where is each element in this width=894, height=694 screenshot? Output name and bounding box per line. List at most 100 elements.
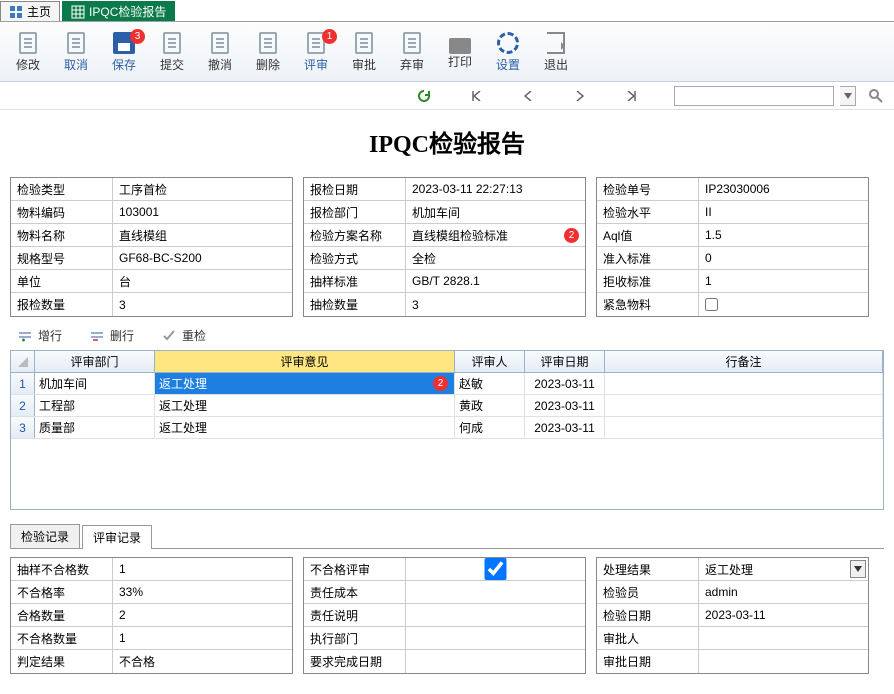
settings-button[interactable]: 设置	[484, 24, 532, 80]
cell-remark[interactable]	[605, 417, 883, 438]
field-row: 要求完成日期	[304, 650, 585, 673]
cell-dept[interactable]: 工程部	[35, 395, 155, 416]
checkbox[interactable]	[705, 298, 718, 311]
field-value: 全检	[406, 247, 585, 269]
row-number[interactable]: 2	[11, 395, 35, 416]
add-row-button[interactable]: 增行	[18, 327, 62, 344]
field-value	[699, 650, 868, 673]
cell-date[interactable]: 2023-03-11	[525, 373, 605, 394]
cell-opinion[interactable]: 返工处理2	[155, 373, 455, 394]
field-label: 要求完成日期	[304, 650, 406, 673]
col-dept[interactable]: 评审部门	[35, 351, 155, 372]
review-badge: 1	[322, 29, 337, 44]
tab-report[interactable]: IPQC检验报告	[62, 1, 175, 21]
disposition-group: 处理结果返工处理检验员admin检验日期2023-03-11审批人审批日期	[596, 557, 869, 674]
cell-dept[interactable]: 质量部	[35, 417, 155, 438]
field-label: 报检部门	[304, 201, 406, 223]
field-row: 报检日期2023-03-11 22:27:13	[304, 178, 585, 201]
cell-opinion[interactable]: 返工处理	[155, 395, 455, 416]
field-label: 检验水平	[597, 201, 699, 223]
dropdown-button[interactable]	[850, 560, 866, 578]
search-button[interactable]	[868, 88, 884, 104]
nav-first-button[interactable]	[466, 86, 486, 106]
revoke-icon	[211, 32, 229, 54]
col-date[interactable]: 评审日期	[525, 351, 605, 372]
table-row[interactable]: 1机加车间返工处理2赵敏2023-03-11	[11, 373, 883, 395]
field-row: 物料名称直线模组	[11, 224, 292, 247]
field-value	[699, 293, 868, 316]
search-dropdown-button[interactable]	[840, 86, 856, 106]
cell-reviewer[interactable]: 黄政	[455, 395, 525, 416]
cancel-button[interactable]: 取消	[52, 24, 100, 80]
delete-button[interactable]: 删除	[244, 24, 292, 80]
abandon-button[interactable]: 弃审	[388, 24, 436, 80]
field-row: 审批人	[597, 627, 868, 650]
grid-corner[interactable]	[11, 351, 35, 372]
col-opinion[interactable]: 评审意见	[155, 351, 455, 372]
cell-reviewer[interactable]: 赵敏	[455, 373, 525, 394]
field-row: 处理结果返工处理	[597, 558, 868, 581]
modify-button[interactable]: 修改	[4, 24, 52, 80]
field-label: 检验单号	[597, 178, 699, 200]
field-value: 1	[113, 558, 292, 580]
tab-report-label: IPQC检验报告	[89, 3, 166, 20]
field-row: 责任成本	[304, 581, 585, 604]
approve-button[interactable]: 审批	[340, 24, 388, 80]
inspection-standard-group: 检验单号IP23030006检验水平IIAql值1.5准入标准0拒收标准1紧急物…	[596, 177, 869, 317]
table-row[interactable]: 2工程部返工处理黄政2023-03-11	[11, 395, 883, 417]
badge: 2	[564, 228, 579, 243]
review-button[interactable]: 评审1	[292, 24, 340, 80]
cell-remark[interactable]	[605, 373, 883, 394]
field-label: 检验类型	[11, 178, 113, 200]
checkbox[interactable]	[412, 558, 579, 580]
field-label: Aql值	[597, 224, 699, 246]
field-value: 返工处理	[699, 558, 868, 580]
recheck-button[interactable]: 重检	[162, 327, 206, 344]
tab-inspection-record[interactable]: 检验记录	[10, 524, 80, 548]
field-label: 检验员	[597, 581, 699, 603]
revoke-button[interactable]: 撤消	[196, 24, 244, 80]
col-reviewer[interactable]: 评审人	[455, 351, 525, 372]
submit-icon	[163, 32, 181, 54]
cell-date[interactable]: 2023-03-11	[525, 417, 605, 438]
tab-review-record[interactable]: 评审记录	[82, 525, 152, 549]
refresh-button[interactable]	[414, 86, 434, 106]
field-row: 检验方式全检	[304, 247, 585, 270]
cell-reviewer[interactable]: 何成	[455, 417, 525, 438]
field-value: 不合格	[113, 650, 292, 673]
review-grid: 评审部门 评审意见 评审人 评审日期 行备注 1机加车间返工处理2赵敏2023-…	[10, 350, 884, 510]
nav-prev-button[interactable]	[518, 86, 538, 106]
row-number[interactable]: 1	[11, 373, 35, 394]
field-value: 3	[406, 293, 585, 316]
cell-opinion[interactable]: 返工处理	[155, 417, 455, 438]
del-row-button[interactable]: 删行	[90, 327, 134, 344]
print-button[interactable]: 打印	[436, 24, 484, 80]
field-value	[406, 650, 585, 673]
submit-button[interactable]: 提交	[148, 24, 196, 80]
field-label: 执行部门	[304, 627, 406, 649]
table-row[interactable]: 3质量部返工处理何成2023-03-11	[11, 417, 883, 439]
exit-button[interactable]: 退出	[532, 24, 580, 80]
field-value: 3	[113, 293, 292, 316]
field-value: admin	[699, 581, 868, 603]
cell-date[interactable]: 2023-03-11	[525, 395, 605, 416]
cell-dept[interactable]: 机加车间	[35, 373, 155, 394]
field-row: 物料编码103001	[11, 201, 292, 224]
field-label: 审批人	[597, 627, 699, 649]
col-remark[interactable]: 行备注	[605, 351, 883, 372]
tab-home[interactable]: 主页	[0, 1, 60, 21]
save-badge: 3	[130, 29, 145, 44]
gear-icon	[497, 32, 519, 54]
search-input[interactable]	[674, 86, 834, 106]
save-button[interactable]: 保存3	[100, 24, 148, 80]
badge: 2	[433, 376, 448, 391]
cell-remark[interactable]	[605, 395, 883, 416]
field-value: 工序首检	[113, 178, 292, 200]
field-label: 不合格率	[11, 581, 113, 603]
nav-next-button[interactable]	[570, 86, 590, 106]
nav-last-button[interactable]	[622, 86, 642, 106]
field-label: 准入标准	[597, 247, 699, 269]
field-row: 紧急物料	[597, 293, 868, 316]
row-number[interactable]: 3	[11, 417, 35, 438]
field-label: 抽样标准	[304, 270, 406, 292]
